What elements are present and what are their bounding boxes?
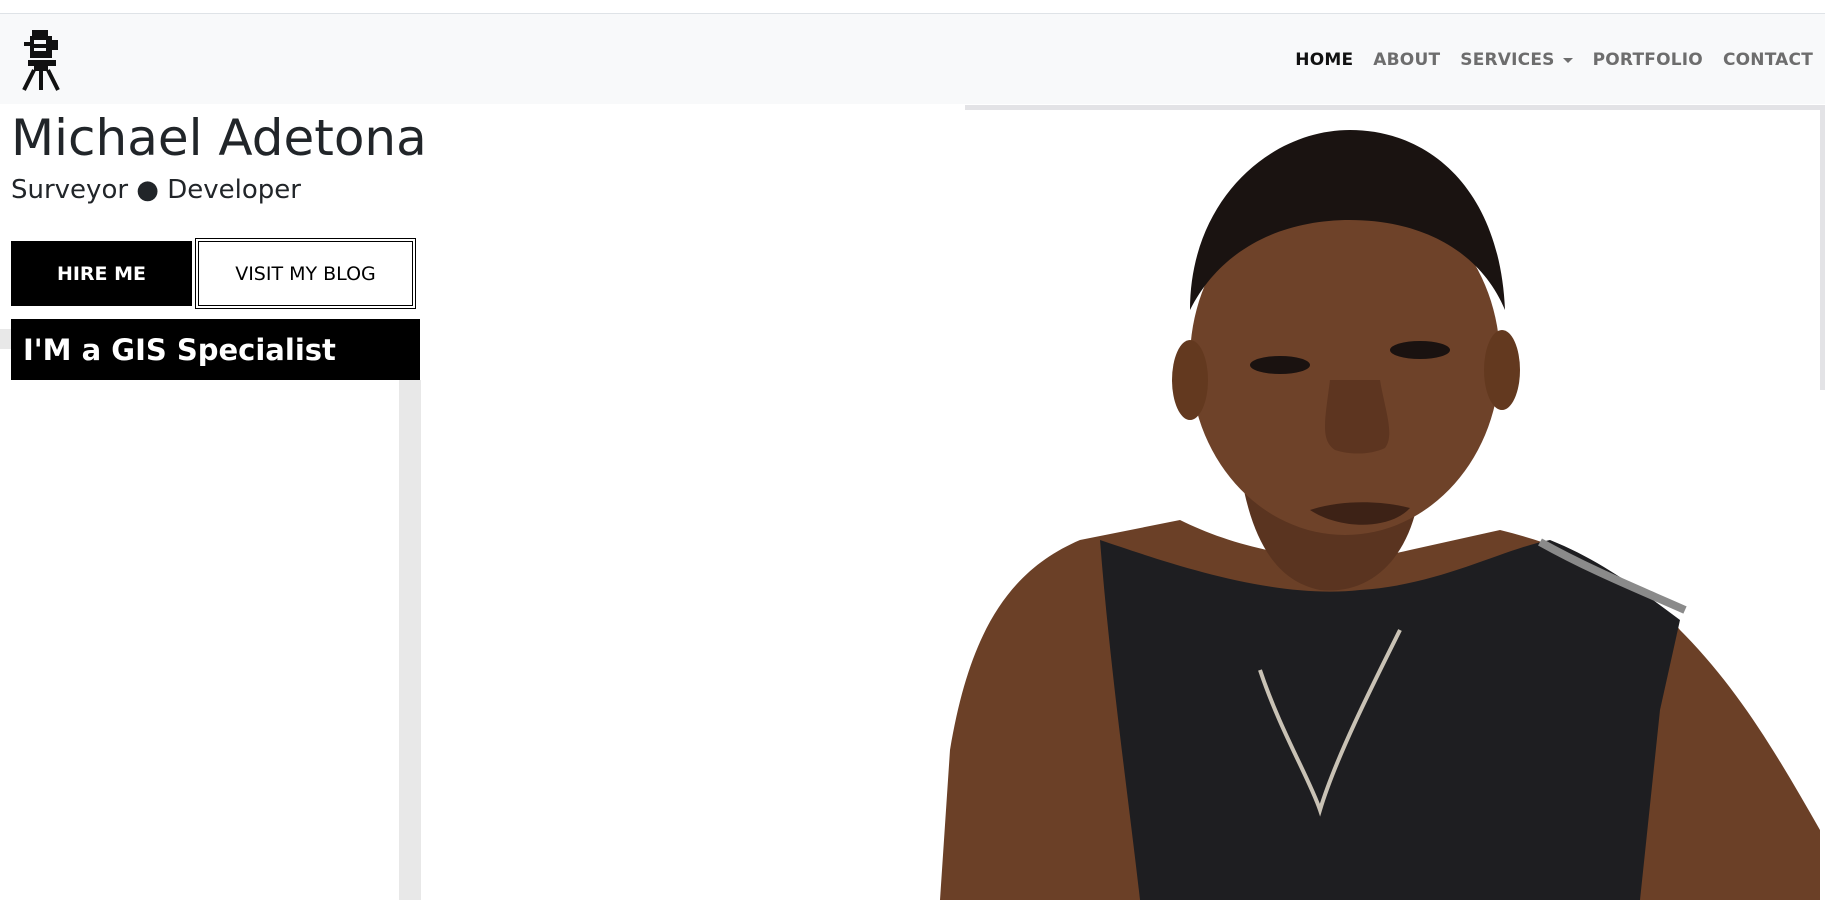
- left-column-divider: [399, 380, 421, 900]
- hero-name: Michael Adetona: [11, 109, 427, 167]
- nav-links: HOME ABOUT SERVICES PORTFOLIO CONTACT: [1275, 50, 1813, 70]
- specialist-shadow: [0, 329, 11, 349]
- browser-top-line: [0, 0, 1825, 14]
- nav-portfolio-link[interactable]: PORTFOLIO: [1593, 50, 1703, 70]
- nav-services-dropdown[interactable]: SERVICES: [1460, 50, 1573, 70]
- nav-about-link[interactable]: ABOUT: [1373, 50, 1440, 70]
- profile-portrait: [940, 130, 1820, 900]
- nav-services-label: SERVICES: [1460, 50, 1555, 70]
- caret-down-icon: [1562, 57, 1573, 63]
- specialist-banner: I'M a GIS Specialist: [11, 319, 420, 380]
- nav-home-link[interactable]: HOME: [1295, 50, 1353, 70]
- surveyor-tripod-icon[interactable]: [20, 28, 64, 92]
- nav-contact-link[interactable]: CONTACT: [1723, 50, 1813, 70]
- right-edge-border: [1820, 110, 1825, 390]
- hero-subtitle: Surveyor ● Developer: [11, 175, 301, 205]
- visit-blog-button[interactable]: VISIT MY BLOG: [195, 238, 416, 309]
- navbar: HOME ABOUT SERVICES PORTFOLIO CONTACT: [0, 14, 1825, 104]
- hire-me-button[interactable]: HIRE ME: [11, 241, 192, 306]
- specialist-text: I'M a GIS Specialist: [23, 332, 336, 367]
